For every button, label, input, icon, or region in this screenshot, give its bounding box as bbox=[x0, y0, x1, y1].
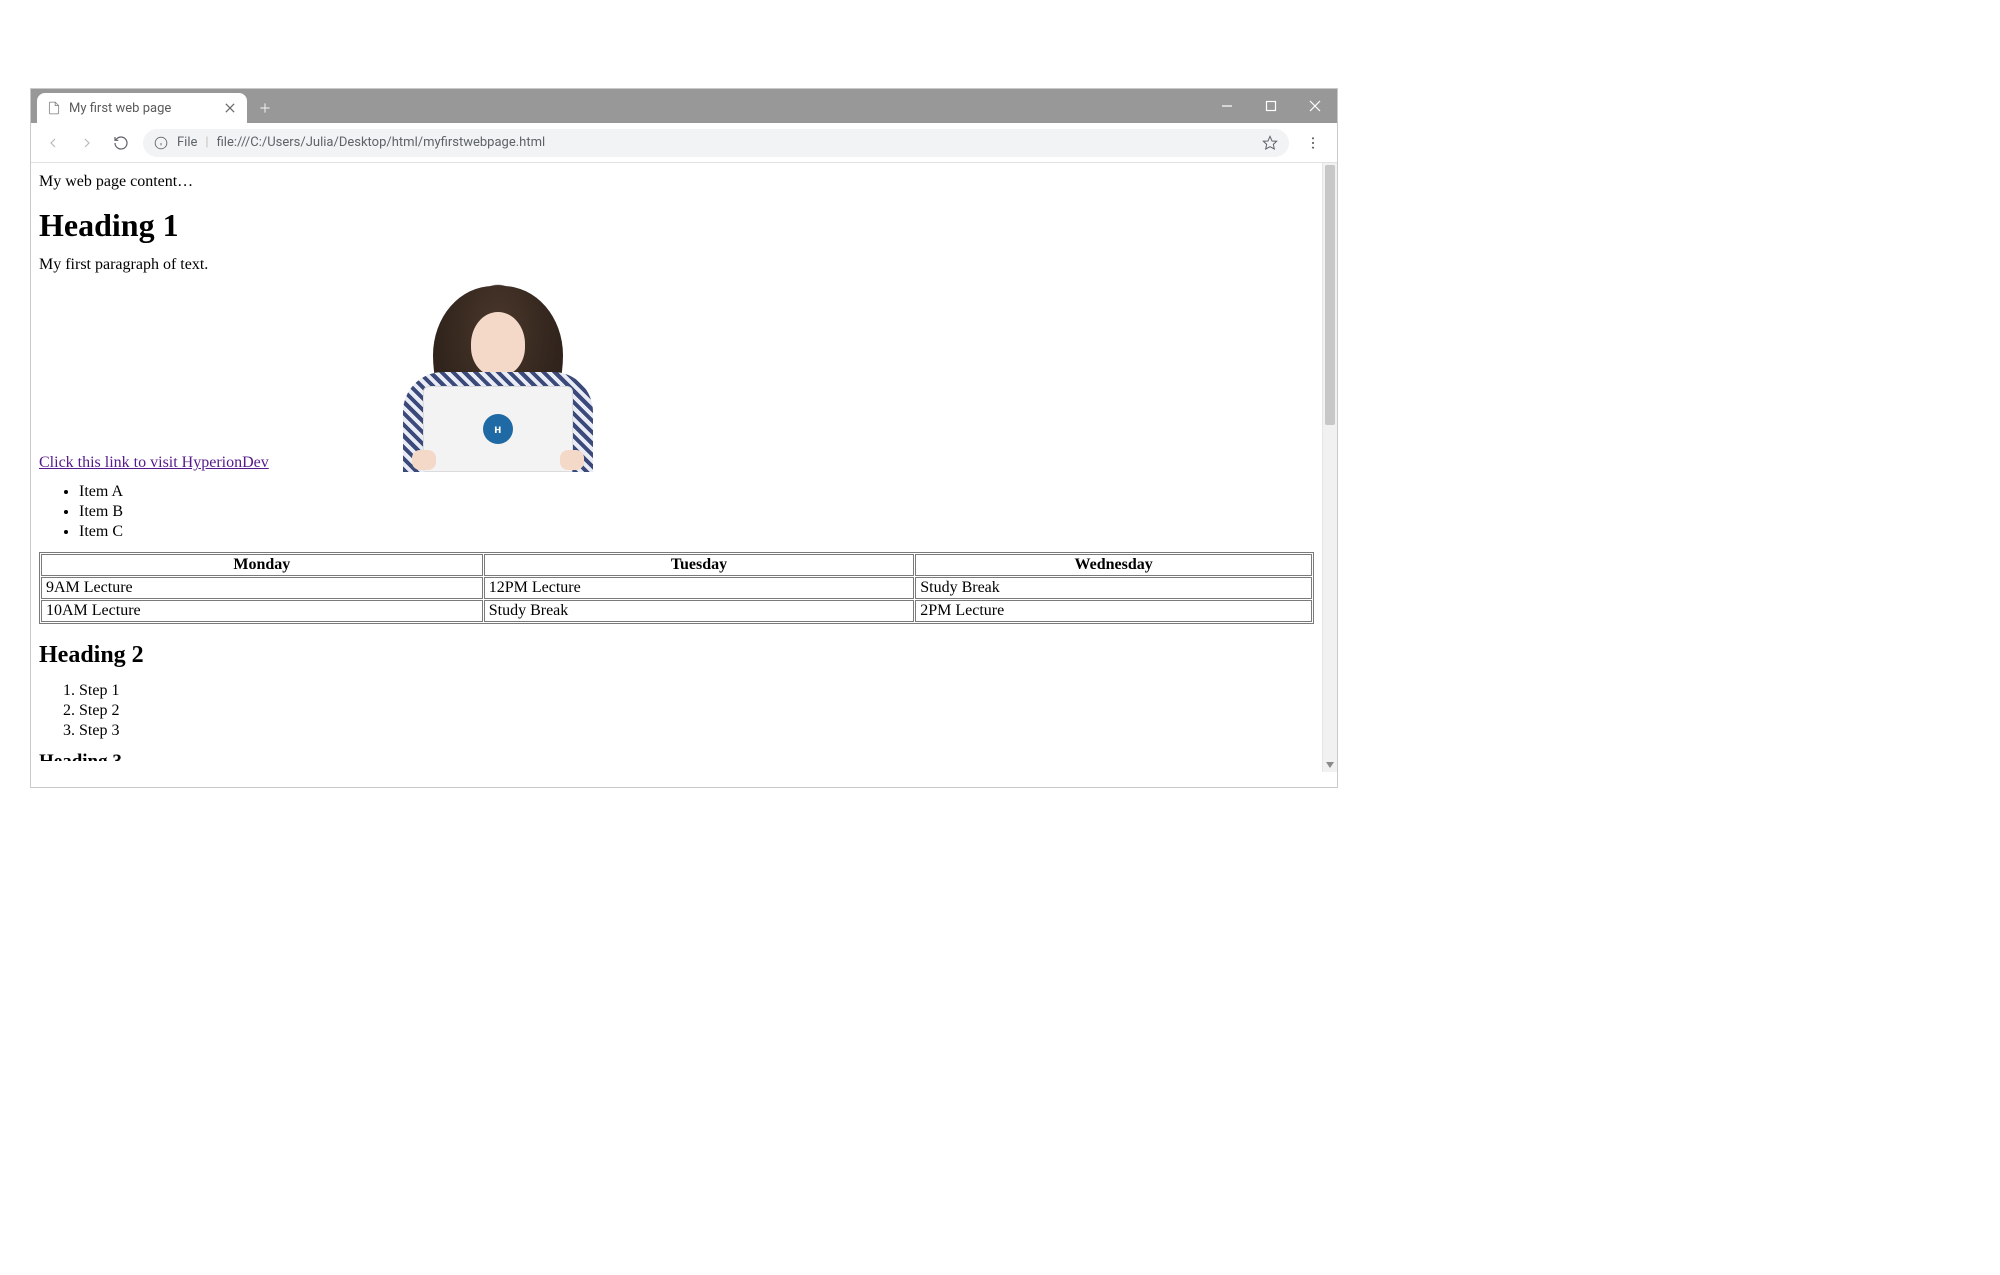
paragraph-1: My first paragraph of text. bbox=[39, 256, 1314, 274]
heading-1: Heading 1 bbox=[39, 207, 1314, 244]
table-header: Wednesday bbox=[915, 554, 1312, 576]
list-item: Item B bbox=[79, 502, 1314, 522]
browser-tab[interactable]: My first web page bbox=[37, 93, 247, 123]
table-header: Monday bbox=[41, 554, 483, 576]
browser-menu-button[interactable] bbox=[1299, 129, 1327, 157]
file-icon bbox=[47, 101, 61, 115]
table-row: 10AM Lecture Study Break 2PM Lecture bbox=[41, 600, 1312, 622]
table-header: Tuesday bbox=[484, 554, 915, 576]
tab-close-button[interactable] bbox=[223, 101, 237, 115]
new-tab-button[interactable] bbox=[251, 94, 279, 122]
tab-title: My first web page bbox=[69, 101, 215, 116]
table-cell: Study Break bbox=[915, 577, 1312, 599]
laptop-logo-icon: ʜ bbox=[483, 414, 513, 444]
scrollbar-thumb[interactable] bbox=[1325, 165, 1335, 425]
list-item: Step 1 bbox=[79, 681, 1314, 701]
browser-toolbar: File | file:///C:/Users/Julia/Desktop/ht… bbox=[31, 123, 1337, 163]
schedule-table: Monday Tuesday Wednesday 9AM Lecture 12P… bbox=[39, 552, 1314, 624]
page-content: My web page content… Heading 1 My first … bbox=[31, 163, 1322, 787]
heading-2: Heading 2 bbox=[39, 642, 1314, 669]
scroll-down-arrow-icon[interactable] bbox=[1323, 757, 1337, 772]
heading-3-partial: Heading 3 bbox=[39, 751, 1314, 761]
url-scheme-label: File bbox=[177, 135, 197, 150]
url-separator: | bbox=[205, 135, 208, 150]
url-text: file:///C:/Users/Julia/Desktop/html/myfi… bbox=[217, 135, 1253, 150]
table-header-row: Monday Tuesday Wednesday bbox=[41, 554, 1312, 576]
browser-window: My first web page bbox=[30, 88, 1338, 788]
reload-button[interactable] bbox=[109, 131, 133, 155]
window-controls bbox=[1205, 89, 1337, 123]
table-cell: Study Break bbox=[484, 600, 915, 622]
intro-text: My web page content… bbox=[39, 173, 1314, 191]
content-image: ʜ bbox=[383, 274, 613, 472]
forward-button[interactable] bbox=[75, 131, 99, 155]
table-row: 9AM Lecture 12PM Lecture Study Break bbox=[41, 577, 1312, 599]
table-cell: 10AM Lecture bbox=[41, 600, 483, 622]
site-info-icon[interactable] bbox=[153, 135, 169, 151]
hyperiondev-link[interactable]: Click this link to visit HyperionDev bbox=[39, 454, 269, 471]
tab-strip: My first web page bbox=[31, 89, 1337, 123]
vertical-scrollbar[interactable] bbox=[1322, 163, 1337, 772]
address-bar[interactable]: File | file:///C:/Users/Julia/Desktop/ht… bbox=[143, 129, 1289, 157]
list-item: Step 2 bbox=[79, 701, 1314, 721]
table-cell: 2PM Lecture bbox=[915, 600, 1312, 622]
list-item: Item A bbox=[79, 482, 1314, 502]
bookmark-star-icon[interactable] bbox=[1261, 134, 1279, 152]
list-item: Step 3 bbox=[79, 721, 1314, 741]
ordered-list: Step 1 Step 2 Step 3 bbox=[79, 681, 1314, 741]
table-cell: 9AM Lecture bbox=[41, 577, 483, 599]
unordered-list: Item A Item B Item C bbox=[79, 482, 1314, 542]
table-cell: 12PM Lecture bbox=[484, 577, 915, 599]
window-close-button[interactable] bbox=[1293, 89, 1337, 123]
list-item: Item C bbox=[79, 522, 1314, 542]
back-button[interactable] bbox=[41, 131, 65, 155]
maximize-button[interactable] bbox=[1249, 89, 1293, 123]
minimize-button[interactable] bbox=[1205, 89, 1249, 123]
viewport: My web page content… Heading 1 My first … bbox=[31, 163, 1337, 787]
